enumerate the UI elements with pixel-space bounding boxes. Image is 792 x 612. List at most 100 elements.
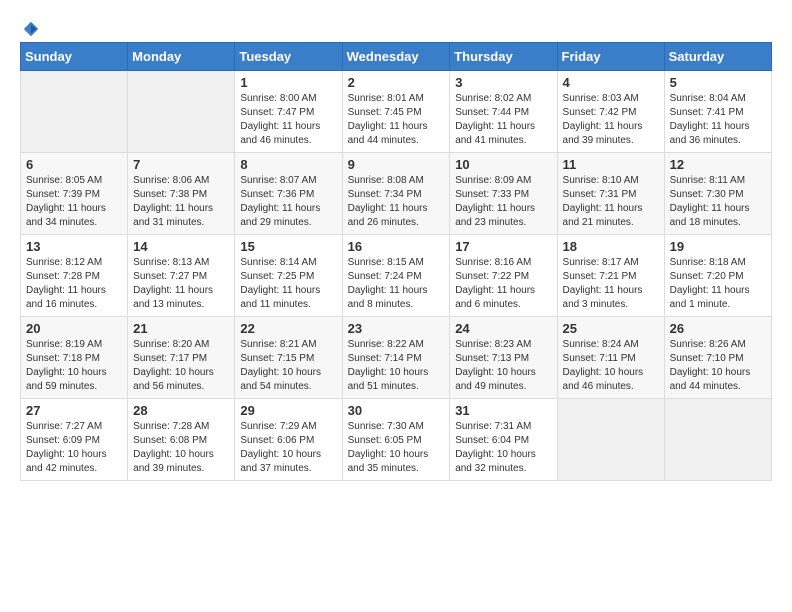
day-info: Sunrise: 8:03 AM Sunset: 7:42 PM Dayligh… — [563, 92, 659, 148]
day-number: 6 — [26, 157, 122, 172]
day-info: Sunrise: 8:09 AM Sunset: 7:33 PM Dayligh… — [455, 174, 551, 230]
calendar-cell: 5 Sunrise: 8:04 AM Sunset: 7:41 PM Daylig… — [664, 71, 771, 153]
day-info: Sunrise: 8:04 AM Sunset: 7:41 PM Dayligh… — [670, 92, 766, 148]
day-info: Sunrise: 8:15 AM Sunset: 7:24 PM Dayligh… — [348, 256, 445, 312]
day-info: Sunrise: 7:29 AM Sunset: 6:06 PM Dayligh… — [240, 420, 336, 476]
calendar-cell: 22Sunrise: 8:21 AM Sunset: 7:15 PM Dayli… — [235, 317, 342, 399]
calendar-cell — [557, 399, 664, 481]
day-info: Sunrise: 8:01 AM Sunset: 7:45 PM Dayligh… — [348, 92, 445, 148]
day-info: Sunrise: 8:17 AM Sunset: 7:21 PM Dayligh… — [563, 256, 659, 312]
calendar-cell: 23 Sunrise: 8:22 AM Sunset: 7:14 PM Dayli… — [342, 317, 450, 399]
calendar-cell: 21 Sunrise: 8:20 AM Sunset: 7:17 PM Dayli… — [128, 317, 235, 399]
calendar-cell: 26Sunrise: 8:26 AM Sunset: 7:10 PM Dayli… — [664, 317, 771, 399]
calendar-cell: 6 Sunrise: 8:05 AM Sunset: 7:39 PM Daylig… — [21, 153, 128, 235]
calendar-cell: 17 Sunrise: 8:16 AM Sunset: 7:22 PM Dayli… — [450, 235, 557, 317]
day-number: 23 — [348, 321, 445, 336]
calendar-cell: 13 Sunrise: 8:12 AM Sunset: 7:28 PM Dayli… — [21, 235, 128, 317]
day-info: Sunrise: 8:11 AM Sunset: 7:30 PM Dayligh… — [670, 174, 766, 230]
logo — [20, 20, 40, 32]
header-thursday: Thursday — [450, 43, 557, 71]
day-number: 28 — [133, 403, 229, 418]
day-info: Sunrise: 7:30 AM Sunset: 6:05 PM Dayligh… — [348, 420, 445, 476]
calendar-cell: 1Sunrise: 8:00 AM Sunset: 7:47 PM Daylig… — [235, 71, 342, 153]
day-info: Sunrise: 8:14 AM Sunset: 7:25 PM Dayligh… — [240, 256, 336, 312]
calendar-cell: 28Sunrise: 7:28 AM Sunset: 6:08 PM Dayli… — [128, 399, 235, 481]
day-number: 31 — [455, 403, 551, 418]
calendar-header-row: SundayMondayTuesdayWednesdayThursdayFrid… — [21, 43, 772, 71]
calendar-cell: 8 Sunrise: 8:07 AM Sunset: 7:36 PM Daylig… — [235, 153, 342, 235]
day-number: 13 — [26, 239, 122, 254]
day-info: Sunrise: 8:24 AM Sunset: 7:11 PM Dayligh… — [563, 338, 659, 394]
calendar-cell: 10 Sunrise: 8:09 AM Sunset: 7:33 PM Dayli… — [450, 153, 557, 235]
day-info: Sunrise: 8:05 AM Sunset: 7:39 PM Dayligh… — [26, 174, 122, 230]
header — [20, 20, 772, 32]
calendar-week-row: 1Sunrise: 8:00 AM Sunset: 7:47 PM Daylig… — [21, 71, 772, 153]
day-number: 10 — [455, 157, 551, 172]
header-friday: Friday — [557, 43, 664, 71]
day-number: 15 — [240, 239, 336, 254]
calendar-week-row: 13 Sunrise: 8:12 AM Sunset: 7:28 PM Dayli… — [21, 235, 772, 317]
calendar-cell: 18Sunrise: 8:17 AM Sunset: 7:21 PM Dayli… — [557, 235, 664, 317]
calendar-cell: 19 Sunrise: 8:18 AM Sunset: 7:20 PM Dayli… — [664, 235, 771, 317]
calendar-cell — [128, 71, 235, 153]
calendar-cell: 16 Sunrise: 8:15 AM Sunset: 7:24 PM Dayli… — [342, 235, 450, 317]
calendar-cell: 11 Sunrise: 8:10 AM Sunset: 7:31 PM Dayli… — [557, 153, 664, 235]
calendar-cell: 7 Sunrise: 8:06 AM Sunset: 7:38 PM Daylig… — [128, 153, 235, 235]
calendar-cell — [21, 71, 128, 153]
day-number: 17 — [455, 239, 551, 254]
day-number: 20 — [26, 321, 122, 336]
day-number: 9 — [348, 157, 445, 172]
day-number: 16 — [348, 239, 445, 254]
calendar-cell: 31Sunrise: 7:31 AM Sunset: 6:04 PM Dayli… — [450, 399, 557, 481]
calendar-cell: 14Sunrise: 8:13 AM Sunset: 7:27 PM Dayli… — [128, 235, 235, 317]
day-number: 3 — [455, 75, 551, 90]
calendar-cell: 29 Sunrise: 7:29 AM Sunset: 6:06 PM Dayli… — [235, 399, 342, 481]
day-info: Sunrise: 8:19 AM Sunset: 7:18 PM Dayligh… — [26, 338, 122, 394]
day-info: Sunrise: 8:23 AM Sunset: 7:13 PM Dayligh… — [455, 338, 551, 394]
calendar-cell: 24 Sunrise: 8:23 AM Sunset: 7:13 PM Dayli… — [450, 317, 557, 399]
day-number: 24 — [455, 321, 551, 336]
logo-icon — [22, 20, 40, 38]
calendar-cell: 30Sunrise: 7:30 AM Sunset: 6:05 PM Dayli… — [342, 399, 450, 481]
day-info: Sunrise: 8:18 AM Sunset: 7:20 PM Dayligh… — [670, 256, 766, 312]
day-number: 11 — [563, 157, 659, 172]
header-wednesday: Wednesday — [342, 43, 450, 71]
day-number: 19 — [670, 239, 766, 254]
day-info: Sunrise: 8:02 AM Sunset: 7:44 PM Dayligh… — [455, 92, 551, 148]
calendar-week-row: 27Sunrise: 7:27 AM Sunset: 6:09 PM Dayli… — [21, 399, 772, 481]
day-info: Sunrise: 8:06 AM Sunset: 7:38 PM Dayligh… — [133, 174, 229, 230]
day-number: 12 — [670, 157, 766, 172]
day-number: 4 — [563, 75, 659, 90]
day-info: Sunrise: 8:10 AM Sunset: 7:31 PM Dayligh… — [563, 174, 659, 230]
day-number: 22 — [240, 321, 336, 336]
day-number: 27 — [26, 403, 122, 418]
day-number: 2 — [348, 75, 445, 90]
day-number: 25 — [563, 321, 659, 336]
calendar-cell: 9 Sunrise: 8:08 AM Sunset: 7:34 PM Daylig… — [342, 153, 450, 235]
day-number: 29 — [240, 403, 336, 418]
day-number: 21 — [133, 321, 229, 336]
day-info: Sunrise: 8:08 AM Sunset: 7:34 PM Dayligh… — [348, 174, 445, 230]
day-info: Sunrise: 8:07 AM Sunset: 7:36 PM Dayligh… — [240, 174, 336, 230]
day-info: Sunrise: 8:12 AM Sunset: 7:28 PM Dayligh… — [26, 256, 122, 312]
calendar-cell: 3 Sunrise: 8:02 AM Sunset: 7:44 PM Daylig… — [450, 71, 557, 153]
day-number: 5 — [670, 75, 766, 90]
day-number: 8 — [240, 157, 336, 172]
calendar-cell: 15 Sunrise: 8:14 AM Sunset: 7:25 PM Dayli… — [235, 235, 342, 317]
day-info: Sunrise: 8:22 AM Sunset: 7:14 PM Dayligh… — [348, 338, 445, 394]
calendar-cell: 20 Sunrise: 8:19 AM Sunset: 7:18 PM Dayli… — [21, 317, 128, 399]
calendar-cell — [664, 399, 771, 481]
day-info: Sunrise: 8:16 AM Sunset: 7:22 PM Dayligh… — [455, 256, 551, 312]
day-info: Sunrise: 8:00 AM Sunset: 7:47 PM Dayligh… — [240, 92, 336, 148]
calendar-table: SundayMondayTuesdayWednesdayThursdayFrid… — [20, 42, 772, 481]
day-info: Sunrise: 8:26 AM Sunset: 7:10 PM Dayligh… — [670, 338, 766, 394]
day-number: 14 — [133, 239, 229, 254]
day-info: Sunrise: 8:20 AM Sunset: 7:17 PM Dayligh… — [133, 338, 229, 394]
day-number: 7 — [133, 157, 229, 172]
header-sunday: Sunday — [21, 43, 128, 71]
calendar-cell: 12 Sunrise: 8:11 AM Sunset: 7:30 PM Dayli… — [664, 153, 771, 235]
calendar-cell: 27Sunrise: 7:27 AM Sunset: 6:09 PM Dayli… — [21, 399, 128, 481]
header-monday: Monday — [128, 43, 235, 71]
calendar-cell: 2 Sunrise: 8:01 AM Sunset: 7:45 PM Daylig… — [342, 71, 450, 153]
calendar-cell: 25 Sunrise: 8:24 AM Sunset: 7:11 PM Dayli… — [557, 317, 664, 399]
